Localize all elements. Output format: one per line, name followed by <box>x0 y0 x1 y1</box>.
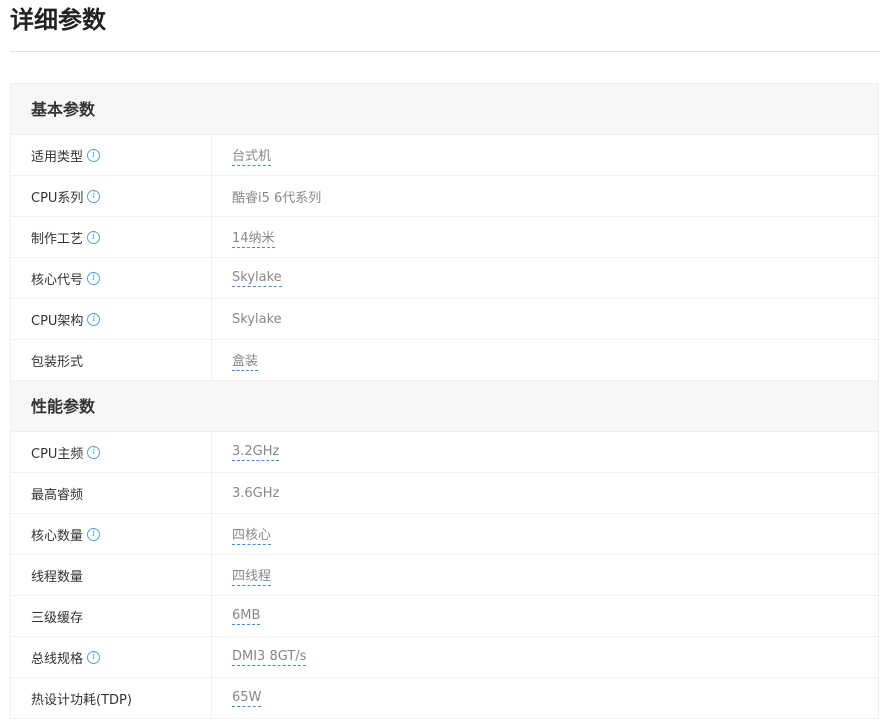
spec-value-cell: 3.6GHz <box>212 473 878 513</box>
spec-value-link[interactable]: 四线程 <box>232 565 272 586</box>
spec-value-cell: 14纳米 <box>212 217 878 257</box>
spec-value-cell: 3.2GHz <box>212 432 878 472</box>
info-icon[interactable]: i <box>87 527 101 541</box>
spec-value: Skylake <box>232 311 282 327</box>
info-icon[interactable]: i <box>87 189 101 203</box>
spec-label-cell: 适用类型 i <box>11 135 212 175</box>
spec-value-link[interactable]: 四核心 <box>232 524 272 545</box>
spec-table: 基本参数 适用类型 i 台式机 CPU系列 i 酷睿i5 6代系列 制作工艺 i 14纳米 核心代号… <box>10 83 879 719</box>
spec-row: 最高睿频 3.6GHz <box>11 473 878 514</box>
spec-value-link[interactable]: 台式机 <box>232 145 272 166</box>
spec-label: 总线规格 <box>31 651 84 667</box>
section-header: 性能参数 <box>11 381 878 432</box>
spec-value-link[interactable]: 盒装 <box>232 350 259 371</box>
info-icon[interactable]: i <box>87 650 101 664</box>
spec-label: 最高睿频 <box>31 487 84 503</box>
info-icon[interactable]: i <box>87 312 101 326</box>
spec-value-link[interactable]: 3.2GHz <box>232 444 280 461</box>
spec-row: 总线规格 i DMI3 8GT/s <box>11 637 878 678</box>
spec-row: 核心数量 i 四核心 <box>11 514 878 555</box>
spec-label: 适用类型 <box>31 149 84 165</box>
spec-value-cell: 酷睿i5 6代系列 <box>212 176 878 216</box>
spec-label-cell: 核心数量 i <box>11 514 212 554</box>
spec-value-cell: 四核心 <box>212 514 878 554</box>
spec-label-cell: 三级缓存 <box>11 596 212 636</box>
spec-row: 线程数量 四线程 <box>11 555 878 596</box>
spec-row: 核心代号 i Skylake <box>11 258 878 299</box>
spec-value: 酷睿i5 6代系列 <box>232 190 322 206</box>
spec-label-cell: 热设计功耗(TDP) <box>11 678 212 718</box>
spec-label: 线程数量 <box>31 569 84 585</box>
spec-value-link[interactable]: Skylake <box>232 270 282 287</box>
spec-label-cell: 最高睿频 <box>11 473 212 513</box>
spec-row: 包装形式 盒装 <box>11 340 878 381</box>
spec-row: 适用类型 i 台式机 <box>11 135 878 176</box>
spec-value-cell: 6MB <box>212 596 878 636</box>
spec-label: CPU系列 <box>31 190 84 206</box>
spec-label-cell: 线程数量 <box>11 555 212 595</box>
title-divider <box>10 51 880 52</box>
spec-value-cell: 台式机 <box>212 135 878 175</box>
section-header: 基本参数 <box>11 84 878 135</box>
spec-row: CPU架构 i Skylake <box>11 299 878 340</box>
spec-value-link[interactable]: 65W <box>232 690 262 707</box>
page-title: 详细参数 <box>10 6 106 34</box>
info-icon[interactable]: i <box>87 445 101 459</box>
spec-label-cell: 总线规格 i <box>11 637 212 677</box>
spec-value: 3.6GHz <box>232 485 280 501</box>
spec-value-cell: Skylake <box>212 258 878 298</box>
spec-row: 热设计功耗(TDP) 65W <box>11 678 878 719</box>
spec-label-cell: 核心代号 i <box>11 258 212 298</box>
spec-value-link[interactable]: 14纳米 <box>232 227 275 248</box>
spec-value-cell: 四线程 <box>212 555 878 595</box>
spec-row: CPU系列 i 酷睿i5 6代系列 <box>11 176 878 217</box>
spec-row: 制作工艺 i 14纳米 <box>11 217 878 258</box>
spec-label: 热设计功耗(TDP) <box>31 692 132 708</box>
spec-row: CPU主频 i 3.2GHz <box>11 432 878 473</box>
spec-label-cell: 包装形式 <box>11 340 212 380</box>
info-icon[interactable]: i <box>87 148 101 162</box>
spec-label: 制作工艺 <box>31 231 84 247</box>
spec-label: 核心数量 <box>31 528 84 544</box>
spec-value-cell: DMI3 8GT/s <box>212 637 878 677</box>
spec-value-cell: 盒装 <box>212 340 878 380</box>
spec-value-cell: Skylake <box>212 299 878 339</box>
spec-value-cell: 65W <box>212 678 878 718</box>
spec-label-cell: 制作工艺 i <box>11 217 212 257</box>
spec-label: 三级缓存 <box>31 610 84 626</box>
info-icon[interactable]: i <box>87 271 101 285</box>
spec-label-cell: CPU主频 i <box>11 432 212 472</box>
spec-label: 包装形式 <box>31 354 84 370</box>
spec-label: CPU主频 <box>31 446 84 462</box>
spec-value-link[interactable]: DMI3 8GT/s <box>232 649 307 666</box>
spec-label: 核心代号 <box>31 272 84 288</box>
spec-label: CPU架构 <box>31 313 84 329</box>
spec-label-cell: CPU系列 i <box>11 176 212 216</box>
info-icon[interactable]: i <box>87 230 101 244</box>
spec-label-cell: CPU架构 i <box>11 299 212 339</box>
spec-value-link[interactable]: 6MB <box>232 608 261 625</box>
spec-row: 三级缓存 6MB <box>11 596 878 637</box>
